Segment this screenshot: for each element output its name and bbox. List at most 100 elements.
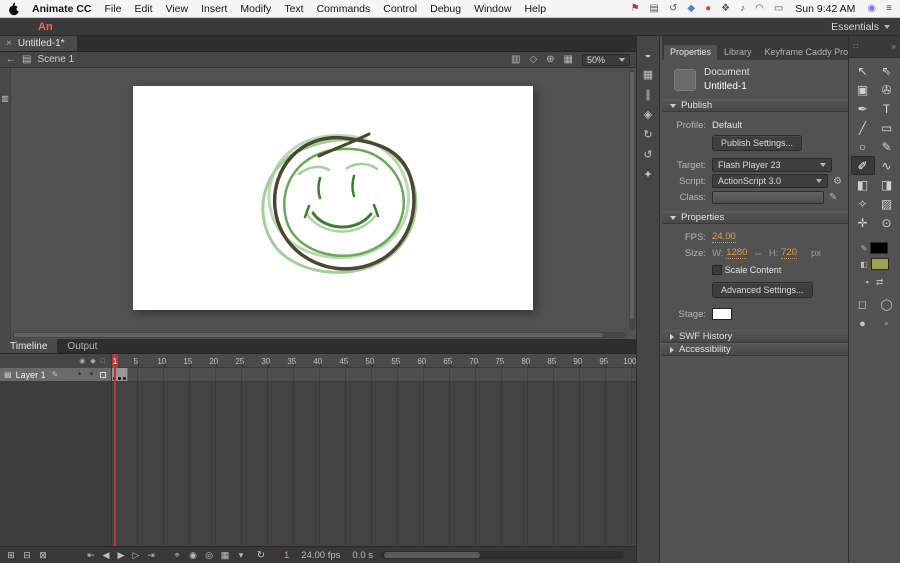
panel-grip-icon[interactable]: ∷ bbox=[853, 42, 858, 51]
fps-value[interactable]: 24.00 bbox=[712, 231, 736, 244]
animate-logo[interactable]: An bbox=[38, 21, 53, 33]
scene-label[interactable]: Scene 1 bbox=[37, 54, 74, 65]
onion-skin-outlines-button[interactable]: ◎ bbox=[202, 550, 216, 561]
brush-mode-option[interactable]: ● bbox=[851, 318, 875, 330]
tab-properties[interactable]: Properties bbox=[664, 45, 718, 60]
dropbox-icon[interactable]: ◆ bbox=[687, 3, 695, 14]
outline-all-layers-icon[interactable]: □ bbox=[101, 358, 105, 365]
onion-skin-button[interactable]: ◉ bbox=[186, 550, 200, 561]
brush-tool[interactable]: ✐ bbox=[850, 156, 875, 175]
pasteboard[interactable]: ▥ bbox=[0, 68, 636, 339]
swatches-panel-icon[interactable]: ▦ bbox=[643, 70, 653, 81]
ink-bottle-tool[interactable]: ◨ bbox=[875, 175, 899, 194]
wifi-icon[interactable]: ◠ bbox=[755, 3, 764, 14]
selection-tool[interactable]: ↖ bbox=[851, 61, 875, 80]
menu-item-control[interactable]: Control bbox=[383, 3, 417, 15]
menu-item-modify[interactable]: Modify bbox=[240, 3, 271, 15]
timeline-body[interactable] bbox=[0, 382, 636, 546]
menu-item-debug[interactable]: Debug bbox=[430, 3, 461, 15]
zoom-select[interactable]: 50% bbox=[582, 53, 630, 66]
canvas-horizontal-scrollbar[interactable] bbox=[12, 332, 626, 338]
swap-colors-icon[interactable]: ⇄ bbox=[876, 277, 884, 288]
stage-color-swatch[interactable] bbox=[712, 308, 732, 320]
width-value[interactable]: 1280 bbox=[726, 247, 748, 260]
menu-item-edit[interactable]: Edit bbox=[134, 3, 152, 15]
frame-rate-readout[interactable]: 24.00 fps bbox=[301, 550, 340, 561]
layer-name[interactable]: Layer 1 bbox=[16, 370, 46, 380]
language-input-icon[interactable]: ⚑ bbox=[631, 3, 640, 14]
script-dropdown[interactable]: ActionScript 3.0 bbox=[712, 174, 829, 188]
edit-scene-icon[interactable]: ▥ bbox=[511, 54, 520, 65]
show-hide-all-layers-icon[interactable]: ◉ bbox=[79, 358, 85, 365]
class-field[interactable] bbox=[712, 190, 824, 204]
layer-visibility-dot[interactable]: • bbox=[78, 369, 81, 379]
height-value[interactable]: 720 bbox=[781, 247, 797, 260]
menu-item-help[interactable]: Help bbox=[524, 3, 546, 15]
new-folder-button[interactable]: ⊟ bbox=[20, 550, 34, 561]
screen-mirroring-icon[interactable]: ▤ bbox=[650, 3, 659, 14]
collapsed-panel-icon[interactable]: ▥ bbox=[0, 94, 10, 103]
time-machine-icon[interactable]: ↺ bbox=[669, 3, 677, 14]
info-panel-icon[interactable]: ◈ bbox=[644, 110, 652, 121]
fill-color-swatch[interactable] bbox=[870, 258, 889, 270]
go-to-first-frame-button[interactable]: ⇤ bbox=[84, 550, 98, 561]
publish-settings-button[interactable]: Publish Settings... bbox=[712, 135, 803, 151]
go-to-last-frame-button[interactable]: ⇥ bbox=[144, 550, 158, 561]
step-forward-button[interactable]: ▷ bbox=[129, 550, 143, 561]
target-dropdown[interactable]: Flash Player 23 bbox=[712, 158, 832, 172]
menu-clock[interactable]: Sun 9:42 AM bbox=[795, 3, 855, 15]
timeline-ruler[interactable]: ◉ ◆ □ 1 5 10 15 20 25 30 35 40 45 50 55 60 65 70 75 80 85 90… bbox=[0, 354, 636, 368]
timeline-body-frames[interactable] bbox=[112, 382, 636, 546]
tab-timeline[interactable]: Timeline bbox=[0, 339, 58, 353]
step-back-button[interactable]: ◀ bbox=[99, 550, 113, 561]
tab-library[interactable]: Library bbox=[718, 45, 758, 60]
loop-button[interactable]: ↻ bbox=[254, 550, 268, 561]
edit-multiple-frames-button[interactable]: ▦ bbox=[218, 550, 232, 561]
brush-size-option[interactable]: ◦ bbox=[875, 318, 899, 330]
zoom-tool[interactable]: ⊙ bbox=[875, 213, 899, 232]
layer-frames[interactable] bbox=[112, 368, 636, 382]
workspace-switcher[interactable]: Essentials bbox=[831, 21, 890, 33]
stage[interactable] bbox=[133, 86, 533, 310]
canvas-vertical-scrollbar[interactable] bbox=[629, 70, 635, 330]
scrollbar-thumb[interactable] bbox=[14, 333, 604, 337]
eyedropper-tool[interactable]: ✧ bbox=[851, 194, 875, 213]
transform-panel-icon[interactable]: ↻ bbox=[643, 130, 652, 141]
menu-item-window[interactable]: Window bbox=[474, 3, 511, 15]
creative-cloud-icon[interactable]: ● bbox=[705, 3, 711, 14]
bluetooth-icon[interactable]: ❖ bbox=[721, 3, 730, 14]
center-frame-button[interactable]: ⌖ bbox=[170, 550, 184, 561]
tab-output[interactable]: Output bbox=[57, 339, 107, 353]
accessibility-section-header[interactable]: Accessibility bbox=[662, 343, 848, 356]
default-colors-icon[interactable]: ▪ bbox=[866, 277, 869, 288]
motion-presets-panel-icon[interactable]: ✦ bbox=[643, 170, 652, 181]
edit-symbols-icon[interactable]: ◇ bbox=[529, 54, 537, 65]
color-panel-icon[interactable]: ◒ bbox=[645, 50, 652, 61]
free-transform-tool[interactable]: ▣ bbox=[851, 80, 875, 99]
pencil-icon[interactable]: ✎ bbox=[829, 192, 837, 203]
wrench-icon[interactable]: ⚙ bbox=[833, 176, 842, 187]
show-frame-icon[interactable]: ▦ bbox=[564, 54, 573, 65]
rectangle-tool[interactable]: ▭ bbox=[875, 118, 899, 137]
history-panel-icon[interactable]: ↺ bbox=[643, 150, 652, 161]
eraser-tool[interactable]: ▨ bbox=[875, 194, 899, 213]
battery-icon[interactable]: ▭ bbox=[774, 3, 783, 14]
document-tab[interactable]: × Untitled-1* bbox=[0, 36, 77, 51]
paint-bucket-tool[interactable]: ◧ bbox=[851, 175, 875, 194]
object-drawing-toggle[interactable]: ◻ bbox=[851, 298, 875, 311]
keyframe-cell[interactable] bbox=[122, 368, 129, 381]
menu-item-commands[interactable]: Commands bbox=[317, 3, 371, 15]
menu-item-animate-cc[interactable]: Animate CC bbox=[32, 3, 92, 15]
line-tool[interactable]: ╱ bbox=[851, 118, 875, 137]
properties-section-header[interactable]: Properties bbox=[662, 211, 848, 224]
back-arrow-icon[interactable]: ← bbox=[6, 54, 16, 65]
bone-tool[interactable]: ∿ bbox=[875, 156, 899, 175]
timeline-scrollbar[interactable] bbox=[381, 551, 624, 559]
notification-center-icon[interactable]: ≡ bbox=[886, 3, 892, 14]
text-tool[interactable]: T bbox=[875, 99, 899, 118]
menu-item-text[interactable]: Text bbox=[284, 3, 303, 15]
oval-tool[interactable]: ○ bbox=[851, 137, 875, 156]
siri-icon[interactable]: ◉ bbox=[867, 3, 876, 14]
layer-outline-color-swatch[interactable] bbox=[100, 371, 106, 378]
modify-markers-button[interactable]: ▾ bbox=[234, 550, 248, 561]
